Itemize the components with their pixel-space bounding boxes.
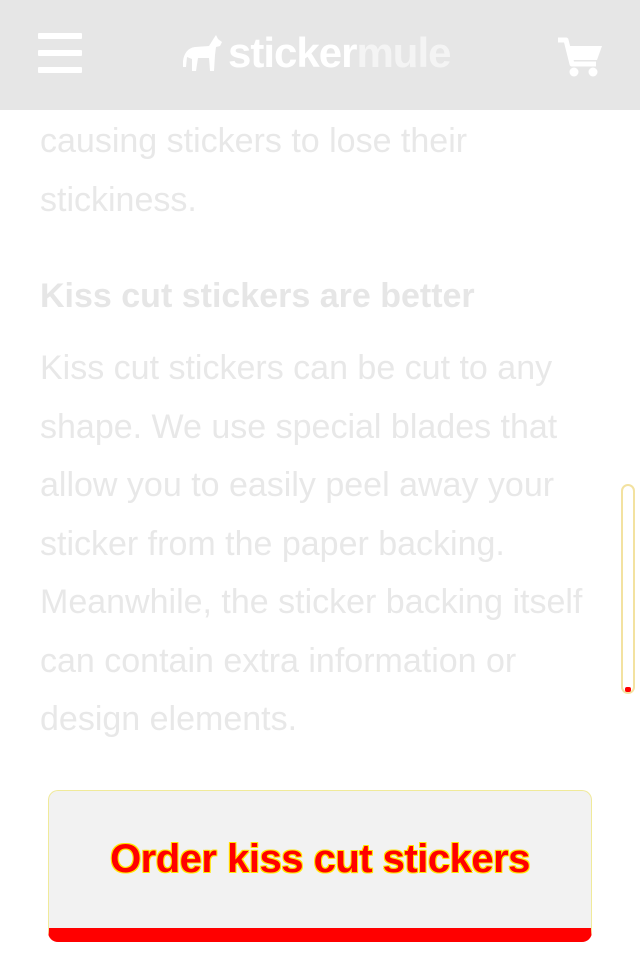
body-paragraph: Kiss cut stickers can be cut to any shap… (40, 349, 583, 738)
hamburger-menu-button[interactable] (38, 33, 82, 73)
shopping-cart-icon[interactable] (556, 34, 604, 78)
menu-bar-line (38, 50, 82, 56)
logo-text-sticker: sticker (228, 29, 357, 76)
page: stickermule causing stickers to lose the… (0, 0, 640, 959)
stickermule-logo[interactable]: stickermule (180, 28, 451, 78)
top-navigation-bar: stickermule (0, 0, 640, 110)
menu-bar-line (38, 33, 82, 39)
logo-text-mule: mule (356, 29, 451, 76)
section-heading: Kiss cut stickers are better (40, 277, 475, 315)
logo-wordmark: stickermule (228, 28, 451, 78)
order-kiss-cut-stickers-button[interactable]: Order kiss cut stickers (48, 790, 592, 942)
intro-paragraph: causing stickers to lose their stickines… (40, 122, 468, 219)
article-content: causing stickers to lose their stickines… (40, 110, 605, 749)
vertical-scrollbar[interactable] (621, 484, 635, 694)
menu-bar-line (38, 67, 82, 73)
order-button-label: Order kiss cut stickers (110, 837, 530, 881)
mule-icon (183, 35, 222, 71)
